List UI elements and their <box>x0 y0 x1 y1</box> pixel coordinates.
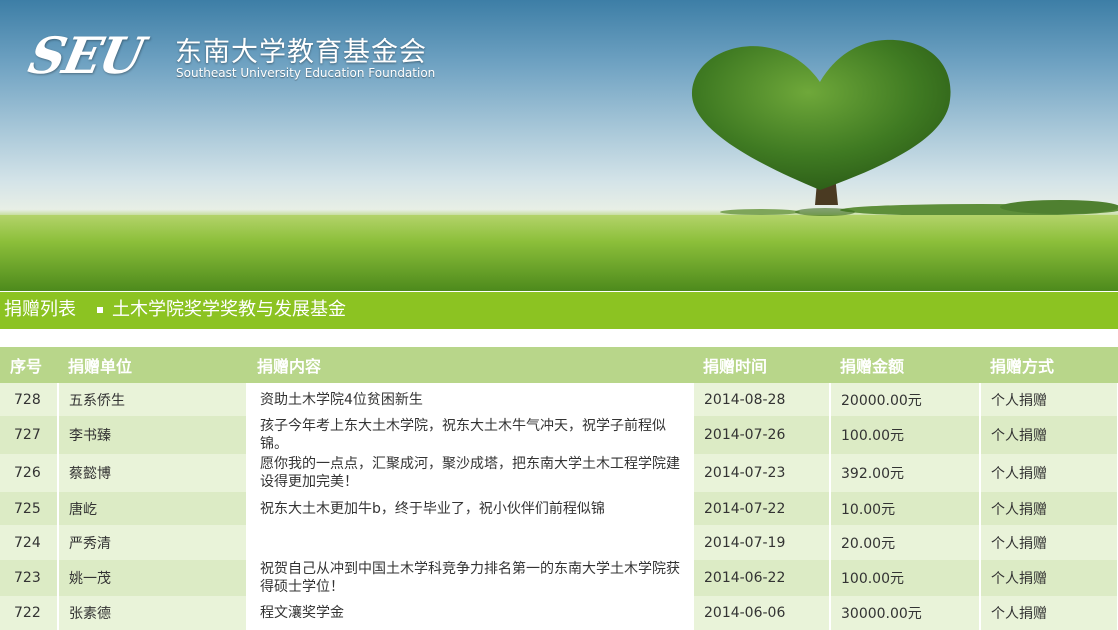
bullet-icon <box>97 307 103 313</box>
foundation-name-cn: 东南大学教育基金会 <box>175 37 427 68</box>
cell-no: 724 <box>0 525 59 560</box>
col-header-date: 捐赠时间 <box>693 347 830 383</box>
table-row: 728 五系侨生 资助土木学院4位贫困新生 2014-08-28 20000.0… <box>0 383 1118 416</box>
seu-logo[interactable]: SEU <box>24 26 148 85</box>
cell-content: 愿你我的一点点，汇聚成河，聚沙成塔，把东南大学土木工程学院建设得更加完美！ <box>247 454 694 492</box>
heart-tree <box>691 39 951 216</box>
section-title-bar: 捐赠列表 土木学院奖学奖教与发展基金 <box>0 292 1118 329</box>
cell-date: 2014-06-06 <box>693 596 831 630</box>
donation-table: 序号 捐赠单位 捐赠内容 捐赠时间 捐赠金额 捐赠方式 728 五系侨生 资助土… <box>0 347 1118 630</box>
landscape-illustration <box>0 39 1118 291</box>
cell-no: 723 <box>0 560 59 596</box>
cell-no: 728 <box>0 383 59 416</box>
grass-field <box>0 215 1118 291</box>
cell-content: 资助土木学院4位贫困新生 <box>247 383 694 416</box>
cell-donor: 蔡懿博 <box>58 454 248 492</box>
cell-no: 722 <box>0 596 59 630</box>
table-header-row: 序号 捐赠单位 捐赠内容 捐赠时间 捐赠金额 捐赠方式 <box>0 347 1118 383</box>
spacer <box>0 329 1118 347</box>
table-row: 723 姚一茂 祝贺自己从冲到中国土木学科竞争力排名第一的东南大学土木学院获得硕… <box>0 560 1118 596</box>
cell-date: 2014-06-22 <box>693 560 831 596</box>
header-banner: SEU 东南大学教育基金会 Southeast University Educa… <box>0 0 1118 291</box>
cell-content <box>247 525 694 560</box>
cell-donor: 李书臻 <box>58 416 248 454</box>
cell-method: 个人捐赠 <box>980 454 1118 492</box>
cell-method: 个人捐赠 <box>980 383 1118 416</box>
cell-donor: 姚一茂 <box>58 560 248 596</box>
table-row: 727 李书臻 孩子今年考上东大土木学院，祝东大土木牛气冲天，祝学子前程似锦。 … <box>0 416 1118 454</box>
col-header-no: 序号 <box>0 347 58 383</box>
cell-amount: 392.00元 <box>830 454 981 492</box>
table-row: 722 张素德 程文瀼奖学金 2014-06-06 30000.00元 个人捐赠 <box>0 596 1118 630</box>
col-header-donor: 捐赠单位 <box>58 347 247 383</box>
cell-no: 726 <box>0 454 59 492</box>
col-header-method: 捐赠方式 <box>980 347 1118 383</box>
table-row: 725 唐屹 祝东大土木更加牛b，终于毕业了，祝小伙伴们前程似锦 2014-07… <box>0 492 1118 525</box>
cell-method: 个人捐赠 <box>980 416 1118 454</box>
cell-date: 2014-07-23 <box>693 454 831 492</box>
col-header-amount: 捐赠金额 <box>830 347 980 383</box>
cell-date: 2014-07-22 <box>693 492 831 525</box>
table-row: 726 蔡懿博 愿你我的一点点，汇聚成河，聚沙成塔，把东南大学土木工程学院建设得… <box>0 454 1118 492</box>
cell-no: 727 <box>0 416 59 454</box>
section-title: 捐赠列表 <box>4 299 76 320</box>
cell-content: 孩子今年考上东大土木学院，祝东大土木牛气冲天，祝学子前程似锦。 <box>247 416 694 454</box>
cell-donor: 严秀清 <box>58 525 248 560</box>
cell-amount: 20.00元 <box>830 525 981 560</box>
cell-no: 725 <box>0 492 59 525</box>
cell-content: 祝东大土木更加牛b，终于毕业了，祝小伙伴们前程似锦 <box>247 492 694 525</box>
cell-method: 个人捐赠 <box>980 596 1118 630</box>
cell-date: 2014-07-19 <box>693 525 831 560</box>
cell-method: 个人捐赠 <box>980 560 1118 596</box>
cell-amount: 10.00元 <box>830 492 981 525</box>
fund-title: 土木学院奖学奖教与发展基金 <box>112 299 346 320</box>
cell-amount: 100.00元 <box>830 560 981 596</box>
foundation-name-en: Southeast University Education Foundatio… <box>176 66 436 80</box>
cell-donor: 五系侨生 <box>58 383 248 416</box>
cell-method: 个人捐赠 <box>980 492 1118 525</box>
cell-donor: 张素德 <box>58 596 248 630</box>
cell-date: 2014-07-26 <box>693 416 831 454</box>
cell-content: 程文瀼奖学金 <box>247 596 694 630</box>
col-header-content: 捐赠内容 <box>247 347 693 383</box>
table-row: 724 严秀清 2014-07-19 20.00元 个人捐赠 <box>0 525 1118 560</box>
cell-donor: 唐屹 <box>58 492 248 525</box>
cell-date: 2014-08-28 <box>693 383 831 416</box>
cell-amount: 20000.00元 <box>830 383 981 416</box>
distant-treeline <box>720 200 1118 216</box>
cell-amount: 100.00元 <box>830 416 981 454</box>
cell-amount: 30000.00元 <box>830 596 981 630</box>
cell-method: 个人捐赠 <box>980 525 1118 560</box>
cell-content: 祝贺自己从冲到中国土木学科竞争力排名第一的东南大学土木学院获得硕士学位！ <box>247 560 694 596</box>
